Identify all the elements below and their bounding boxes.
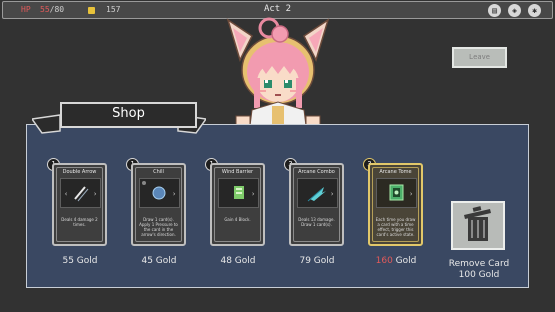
remove-card-label: Remove Card 100 Gold [435,259,523,281]
shop-card-wind-barrier[interactable]: Wind Barrier › Gain 4 Block. [210,163,265,246]
remove-card-title: Remove Card [448,259,510,269]
shop-card-arcane-combo[interactable]: Arcane Combo › Deals 13 damage. Draw 1 c… [289,163,344,246]
svg-text:‹: ‹ [64,190,68,198]
card-price: 45 Gold [141,256,177,266]
svg-text:›: › [330,190,334,198]
remove-card-price: 100 Gold [458,270,500,280]
card-description: Draw 1 card(s). Apply 1 Pressure to the … [139,217,178,237]
card-name: Double Arrow [62,169,97,175]
remove-card-button[interactable] [451,201,505,250]
card-description: Each time you draw a card with a time ef… [375,217,416,237]
card-price: 48 Gold [220,256,256,266]
card-price-unit: Gold [392,256,417,266]
card-description: Gain 4 Block. [224,217,251,222]
card-name: Wind Barrier [221,169,254,175]
arcane-tome-art-icon: › [376,178,417,208]
card-name: Chill [153,169,164,175]
map-icon[interactable]: ◈ [508,4,521,17]
shop-title: Shop [112,106,145,121]
svg-text:›: › [93,190,97,198]
trash-icon [464,206,491,241]
settings-icon[interactable]: ✱ [528,4,541,17]
arcane-combo-art-icon: › [297,178,338,208]
shop-card-chill[interactable]: Chill › Draw 1 card(s). Apply 1 Pressure… [131,163,186,246]
leave-button[interactable]: Leave [452,47,507,68]
svg-text:›: › [409,190,413,198]
double-arrow-art-icon: ‹ › [60,178,101,208]
shop-card-arcane-tome[interactable]: Arcane Tome › Each time you draw a card … [368,163,423,246]
shopkeeper-character [226,17,330,126]
wind-barrier-art-icon: › [218,178,259,208]
card-price: 79 Gold [299,256,335,266]
card-description: Deals 4 damage 2 times. [61,217,98,227]
card-description: Deals 13 damage. Draw 1 card(s). [298,217,335,227]
deck-icon[interactable]: ▤ [488,4,501,17]
card-price: 160 Gold [361,256,431,266]
chill-art-icon: › [139,178,180,208]
card-price: 55 Gold [62,256,98,266]
svg-text:›: › [251,190,255,198]
card-name: Arcane Combo [298,169,335,175]
act-label: Act 2 [263,4,292,14]
shop-card-double-arrow[interactable]: Double Arrow ‹ › Deals 4 damage 2 times. [52,163,107,246]
card-name: Arcane Tome [379,169,412,175]
card-price-value: 160 [375,256,393,266]
svg-text:›: › [172,190,176,198]
